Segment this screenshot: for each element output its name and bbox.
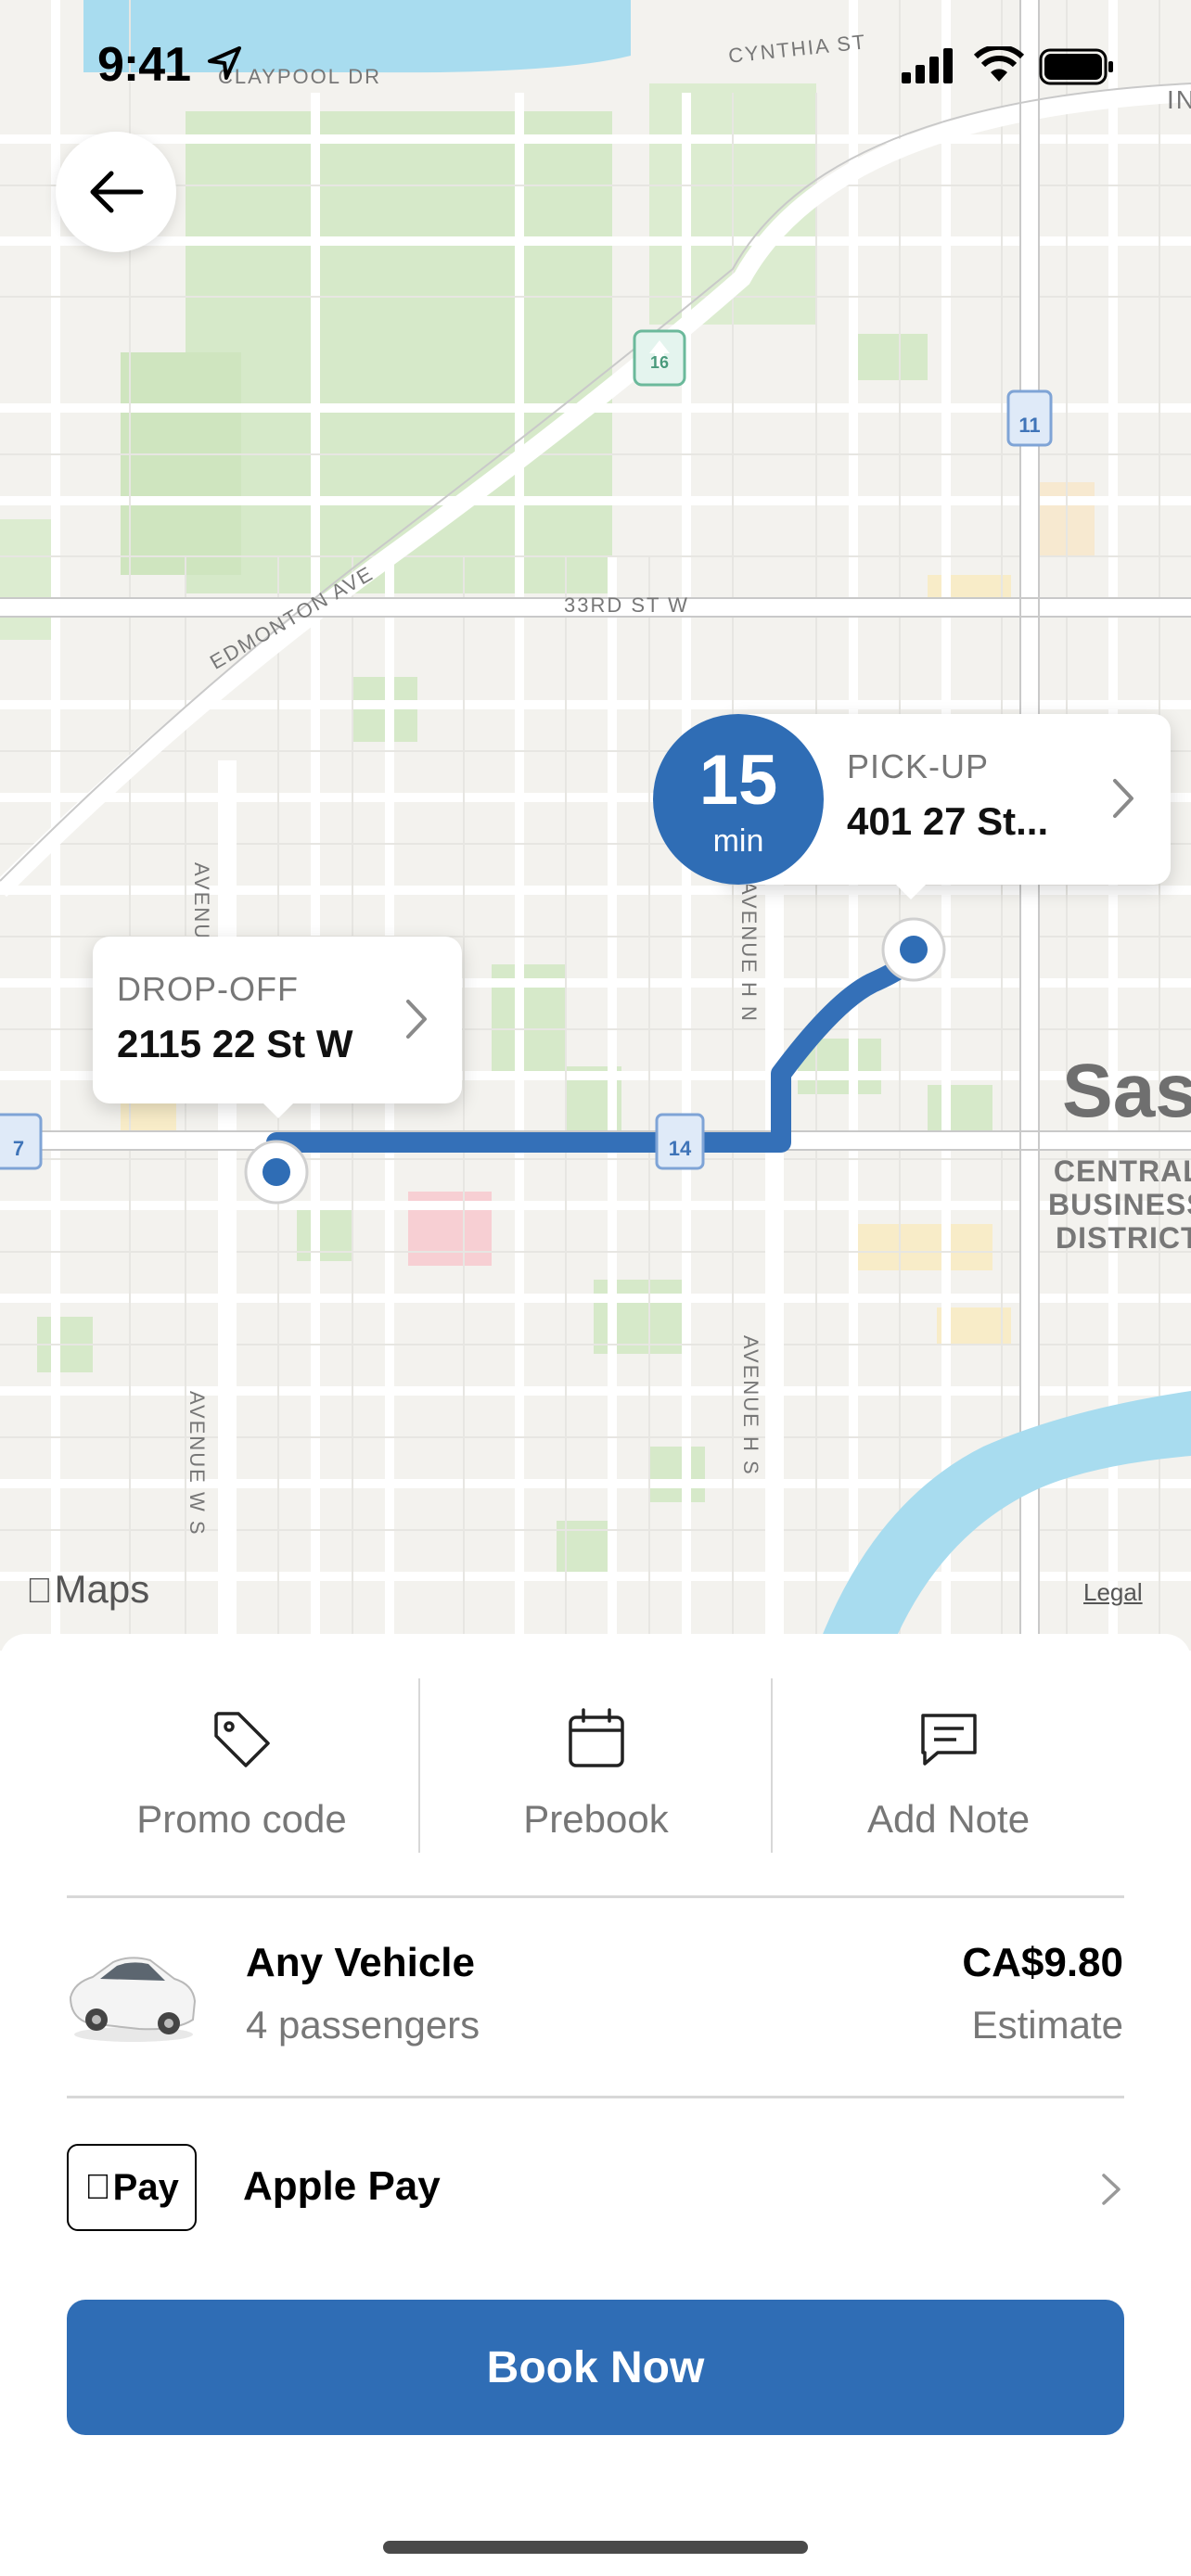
prebook-button[interactable]: Prebook [419, 1688, 773, 1864]
section-divider [67, 1895, 1124, 1898]
highway-14-shield-icon: 14 [655, 1113, 705, 1170]
map-view[interactable]: 16 11 14 7 CLAYPOOL DR CYNTHIA ST 33RD S… [0, 0, 1191, 1651]
dropoff-callout-pointer [260, 1100, 297, 1118]
book-now-button[interactable]: Book Now [67, 2300, 1124, 2435]
shield-7-label: 7 [13, 1137, 24, 1160]
home-indicator [383, 2541, 808, 2554]
dropoff-callout[interactable]: DROP-OFF 2115 22 St W [93, 937, 462, 1103]
car-icon [69, 1957, 197, 2042]
promo-code-label: Promo code [136, 1797, 347, 1841]
calendar-icon [568, 1708, 624, 1767]
maps-brand-text: Maps [28, 1567, 150, 1611]
wifi-icon [974, 46, 1024, 82]
chevron-right-icon [406, 1000, 427, 1039]
status-bar: 9:41 [0, 0, 1191, 130]
cellular-signal-icon [902, 48, 953, 83]
shield-14-label: 14 [669, 1137, 692, 1160]
legal-link[interactable]: Legal [1083, 1578, 1143, 1607]
street-label-33rd: 33RD ST W [564, 593, 689, 617]
shield-16-label: 16 [650, 353, 669, 372]
fare-price: CA$9.80 [962, 1940, 1123, 1985]
pickup-address: 401 27 St... [847, 799, 1049, 843]
dropoff-address: 2115 22 St W [117, 1022, 353, 1065]
street-label-avenue-h-n: AVENUE H N [737, 881, 761, 1023]
apple-pay-badge-text: Pay [99, 2166, 179, 2208]
fare-estimate-label: Estimate [971, 2003, 1123, 2047]
promo-code-button[interactable]: Promo code [65, 1688, 418, 1864]
highway-11-shield-icon: 11 [1006, 389, 1053, 447]
location-arrow-icon [208, 46, 241, 80]
eta-number: 15 [698, 741, 778, 820]
dropoff-label: DROP-OFF [117, 970, 299, 1008]
chevron-right-icon [1102, 2174, 1121, 2205]
street-label-avenue-h-s: AVENUE H S [739, 1335, 762, 1476]
street-label-avenue-w-s: AVENUE W S [186, 1391, 209, 1537]
chevron-right-icon [1113, 779, 1133, 818]
eta-unit: min [712, 823, 764, 859]
prebook-label: Prebook [523, 1797, 669, 1841]
add-note-button[interactable]: Add Note [772, 1688, 1125, 1864]
highway-16-shield-icon: 16 [633, 329, 686, 387]
pickup-callout-pointer [892, 881, 929, 899]
battery-icon [1039, 48, 1113, 85]
message-icon [920, 1714, 977, 1766]
district-label-cbd: CENTRAL BUSINESS DISTRICT [1048, 1154, 1191, 1255]
status-time: 9:41 [97, 38, 191, 92]
tag-icon [213, 1712, 270, 1767]
eta-badge: 15 min [653, 714, 824, 885]
apple-pay-badge: Pay [67, 2144, 197, 2231]
apple-logo-icon:  [84, 2168, 111, 2208]
section-divider [67, 2096, 1124, 2098]
district-label-city: Sas [1062, 1049, 1191, 1133]
apple-maps-logo: Maps [26, 1567, 149, 1612]
pickup-label: PICK-UP [847, 747, 990, 785]
apple-logo-icon:  [26, 1572, 53, 1611]
add-note-label: Add Note [866, 1797, 1031, 1841]
payment-method-name: Apple Pay [243, 2163, 441, 2209]
vehicle-passengers: 4 passengers [246, 2003, 480, 2047]
shield-11-label: 11 [1018, 414, 1040, 437]
arrow-left-icon [90, 171, 144, 213]
highway-7-shield-icon: 7 [0, 1113, 43, 1170]
back-button[interactable] [56, 132, 176, 252]
vehicle-name: Any Vehicle [246, 1940, 476, 1985]
